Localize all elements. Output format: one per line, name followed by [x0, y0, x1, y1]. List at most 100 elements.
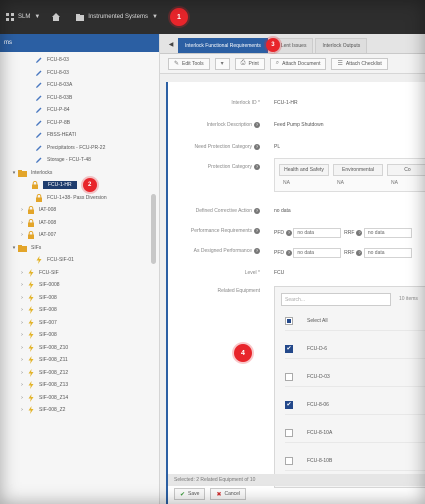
help-icon[interactable]: ? — [254, 122, 260, 128]
tree-item[interactable]: › FCU-SIF — [0, 267, 159, 280]
checkbox[interactable] — [285, 316, 293, 325]
sidebar-scrollbar[interactable] — [151, 194, 156, 264]
sidebar-tree: ms FCU-8-03 FCU-8-03 FCU-8-03A FCU-8-03B FCU… — [0, 34, 160, 504]
help-icon[interactable]: ? — [254, 228, 260, 234]
equipment-row[interactable]: ✔ FCU-8-06 — [285, 395, 425, 415]
help-icon[interactable]: ? — [286, 250, 292, 256]
tree-item[interactable]: FCU-1+38- Pass Diversion — [0, 192, 159, 205]
pencil-icon — [34, 144, 43, 152]
tree-item[interactable]: FCU-8-03 — [0, 67, 159, 80]
pfd-input[interactable]: no data — [293, 248, 342, 258]
equipment-row[interactable]: FCU-8-10A — [285, 423, 425, 443]
help-icon[interactable]: ? — [254, 208, 260, 214]
tree-item[interactable]: › SIF-008_Z11 — [0, 354, 159, 367]
expand-toggle-icon[interactable]: › — [18, 270, 26, 276]
checkbox[interactable] — [285, 456, 293, 465]
select-all-row[interactable]: Select All — [285, 311, 425, 331]
tree-item[interactable]: › IAT-008 — [0, 217, 159, 230]
expand-toggle-icon[interactable]: › — [18, 232, 26, 238]
rrf-input[interactable]: no data — [363, 228, 412, 238]
tree-item-label: FCU-8-03A — [47, 82, 73, 89]
expand-toggle-icon[interactable]: › — [18, 307, 26, 313]
tree-item[interactable]: ▾ SIFs — [0, 242, 159, 255]
expand-toggle-icon[interactable]: ▾ — [10, 245, 18, 251]
toolbar-dropdown-button[interactable]: ▾ — [214, 57, 230, 70]
expand-toggle-icon[interactable]: › — [18, 395, 26, 401]
tree-item[interactable]: FBSS-HEATI — [0, 129, 159, 142]
tree-item[interactable]: FCU-8-03B — [0, 92, 159, 105]
tree-item[interactable]: › IAT-007 — [0, 229, 159, 242]
expand-toggle-icon[interactable]: › — [18, 345, 26, 351]
pfd-label: PFD — [274, 250, 284, 256]
tab-scroll-left-icon[interactable]: ◀ — [164, 41, 178, 48]
tree-item[interactable]: FCU-SIF-01 — [0, 254, 159, 267]
help-icon[interactable]: ? — [356, 230, 363, 236]
interlock-id-value: FCU-1-HR — [274, 100, 298, 106]
expand-toggle-icon[interactable]: › — [18, 295, 26, 301]
tab-interlock-functional-requirements[interactable]: Interlock Functional Requirements — [178, 38, 268, 53]
expand-toggle-icon[interactable]: › — [18, 357, 26, 363]
home-button[interactable] — [52, 13, 64, 21]
tree-item[interactable]: ▾ Interlocks — [0, 167, 159, 180]
expand-toggle-icon[interactable]: › — [18, 220, 26, 226]
expand-toggle-icon[interactable]: › — [18, 332, 26, 338]
help-icon[interactable]: ? — [356, 250, 363, 256]
tab-interlock-outputs[interactable]: Interlock Outputs — [315, 38, 368, 53]
equipment-row[interactable]: FCU-8-10B — [285, 451, 425, 471]
attach-document-button[interactable]: ⌕ Attach Document — [269, 57, 327, 70]
designed-performance-label: As Designed Performance — [193, 248, 252, 254]
tree-item[interactable]: › SIF-007 — [0, 317, 159, 330]
tree-item[interactable]: › SIF-008_Z12 — [0, 367, 159, 380]
checkbox[interactable] — [285, 372, 293, 381]
expand-toggle-icon[interactable]: › — [18, 282, 26, 288]
pfd-input[interactable]: no data — [293, 228, 342, 238]
tree-item[interactable]: › SIF-008 — [0, 304, 159, 317]
expand-toggle-icon[interactable]: ▾ — [10, 170, 18, 176]
performance-values: PFD? no data RRF? no data — [274, 228, 412, 238]
tree-item[interactable]: › SIF-008 — [0, 292, 159, 305]
checkbox[interactable]: ✔ — [285, 344, 293, 353]
tree-item[interactable]: › SIF-008_Z14 — [0, 392, 159, 405]
tree-item[interactable]: FCU-P-8B — [0, 117, 159, 130]
expand-toggle-icon[interactable]: › — [18, 407, 26, 413]
tree-item[interactable]: FCU-8-03 — [0, 54, 159, 67]
breadcrumb-instrumented-systems[interactable]: Instrumented Systems ▼ — [76, 13, 158, 21]
tree-item-label: SIF-008_Z14 — [39, 394, 69, 401]
tab-label: Interlock Outputs — [322, 43, 361, 49]
help-icon[interactable]: ? — [286, 230, 292, 236]
tree-item[interactable]: › SIF-008_Z13 — [0, 379, 159, 392]
help-icon[interactable]: ? — [254, 144, 260, 150]
grid-icon — [6, 13, 14, 21]
attach-checklist-button[interactable]: ☰ Attach Checklist — [331, 57, 388, 70]
tree-item[interactable]: FCU-8-03A — [0, 79, 159, 92]
tab-bar: ◀ Interlock Functional Requirements 3 Le… — [160, 34, 425, 54]
tree-item[interactable]: Precipitators - FCU-PR-22 — [0, 142, 159, 155]
equipment-row[interactable]: FCU-D-03 — [285, 367, 425, 387]
tree-item[interactable]: › IAT-008 — [0, 204, 159, 217]
tree-item[interactable]: FCU-P-84 — [0, 104, 159, 117]
tree-item[interactable]: Storage - FCU-T-48 — [0, 154, 159, 167]
bolt-icon — [26, 306, 35, 315]
help-icon[interactable]: ? — [254, 164, 260, 170]
lock-icon — [26, 231, 35, 240]
equipment-search-input[interactable]: Search... — [281, 293, 391, 306]
checkbox[interactable]: ✔ — [285, 400, 293, 409]
tree-item[interactable]: › SIF-008_Z10 — [0, 342, 159, 355]
tree-item[interactable]: › SIF-0008 — [0, 279, 159, 292]
cancel-button[interactable]: ✖ Cancel — [210, 488, 247, 500]
expand-toggle-icon[interactable]: › — [18, 382, 26, 388]
rrf-input[interactable]: no data — [363, 248, 412, 258]
help-icon[interactable]: ? — [254, 248, 260, 254]
tree-item[interactable]: › SIF-008_Z2 — [0, 404, 159, 417]
checkbox[interactable] — [285, 428, 293, 437]
tree-item[interactable]: › SIF-008 — [0, 329, 159, 342]
equipment-row[interactable]: ✔ FCU-D-6 — [285, 339, 425, 359]
expand-toggle-icon[interactable]: › — [18, 320, 26, 326]
expand-toggle-icon[interactable]: › — [18, 370, 26, 376]
app-menu[interactable]: SLM ▼ — [6, 13, 40, 21]
expand-toggle-icon[interactable]: › — [18, 207, 26, 213]
tree-item[interactable]: FCU-1-HR 2 — [0, 178, 159, 193]
edit-tools-button[interactable]: ✎ Edit Tools — [168, 57, 210, 70]
print-button[interactable]: ⎙ Print — [234, 57, 265, 70]
save-button[interactable]: ✔ Save — [174, 488, 206, 500]
